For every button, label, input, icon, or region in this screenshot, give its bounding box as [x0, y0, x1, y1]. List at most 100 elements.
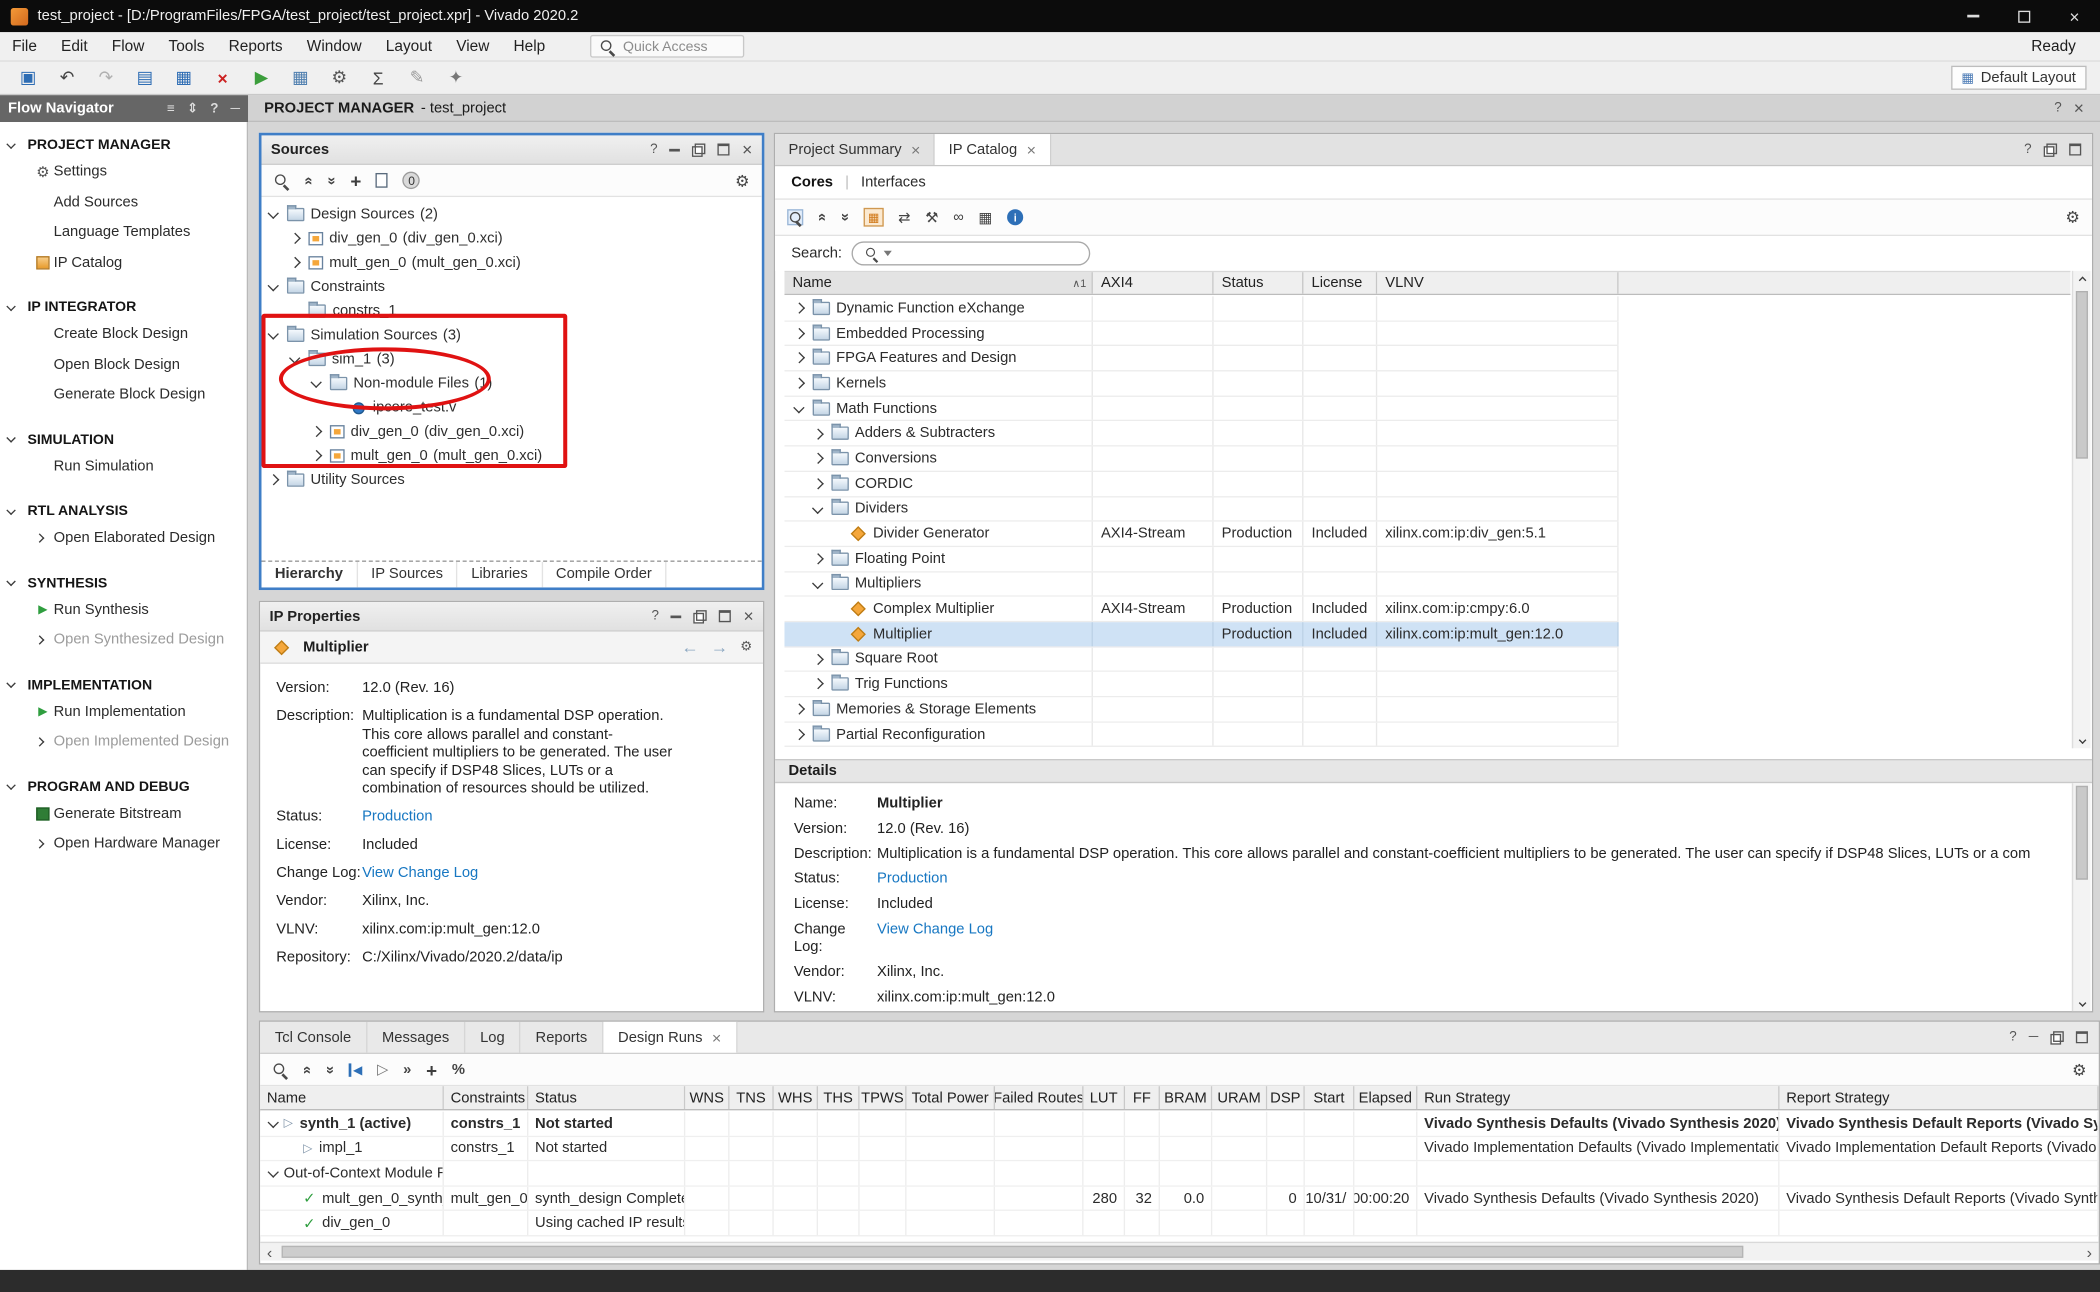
flow-item-run-synthesis[interactable]: ▶Run Synthesis	[0, 595, 247, 625]
flow-item-run-simulation[interactable]: Run Simulation	[0, 451, 247, 481]
run-row-synth-1-active[interactable]: ▷synth_1 (active)constrs_1Not startedViv…	[260, 1112, 2099, 1137]
restart-icon[interactable]: ◀	[349, 1063, 362, 1076]
flow-item-open-elaborated-design[interactable]: Open Elaborated Design	[0, 523, 247, 553]
flow-item-open-block-design[interactable]: Open Block Design	[0, 349, 247, 379]
scroll-right-arrow[interactable]: ›	[2080, 1243, 2099, 1260]
minimize-icon[interactable]	[671, 615, 682, 618]
vertical-scrollbar[interactable]	[2072, 271, 2091, 748]
maximize-icon[interactable]	[2076, 1031, 2088, 1043]
chevron-right-icon[interactable]	[812, 679, 822, 689]
undo-icon[interactable]: ↶	[58, 67, 77, 88]
search-icon[interactable]	[272, 1061, 288, 1077]
copy-icon[interactable]: ▤	[135, 67, 154, 88]
column-header-ths[interactable]: THS	[818, 1086, 860, 1109]
tools-icon[interactable]: ⚒	[925, 209, 938, 226]
column-header-start[interactable]: Start	[1305, 1086, 1355, 1109]
close-button[interactable]: ×	[2049, 0, 2100, 32]
field-value[interactable]: Production	[877, 871, 948, 889]
column-header-status[interactable]: Status	[1214, 272, 1304, 293]
minimize-icon[interactable]: ─	[231, 101, 241, 116]
gear-icon[interactable]: ⚙	[740, 640, 752, 655]
chevron-right-icon[interactable]	[794, 303, 804, 313]
scrollbar-thumb[interactable]	[282, 1246, 1744, 1258]
subtab-interfaces[interactable]: Interfaces	[861, 174, 926, 190]
minimize-icon[interactable]: ─	[2029, 1030, 2039, 1045]
source-tree-item-constraints[interactable]: Constraints	[261, 275, 761, 299]
help-icon[interactable]: ?	[2024, 142, 2031, 157]
add-icon[interactable]: +	[350, 170, 361, 191]
gear-icon[interactable]: ⚙	[2072, 1060, 2086, 1079]
help-icon[interactable]: ?	[2009, 1030, 2016, 1045]
run-row-mult-gen-0-synth-1[interactable]: ✓mult_gen_0_synth_1mult_gen_0synth_desig…	[260, 1186, 2099, 1211]
chevron-down-icon[interactable]	[268, 280, 278, 290]
chevron-down-icon[interactable]	[268, 1167, 278, 1177]
flow-item-generate-block-design[interactable]: Generate Block Design	[0, 380, 247, 410]
link-icon[interactable]: ∞	[953, 209, 964, 225]
chevron-right-icon[interactable]	[794, 704, 804, 714]
catalog-row-math-functions[interactable]: Math Functions	[784, 397, 1618, 422]
search-icon[interactable]	[787, 209, 803, 225]
flow-item-ip-catalog[interactable]: IP Catalog	[0, 247, 247, 277]
catalog-row-conversions[interactable]: Conversions	[784, 447, 1618, 472]
source-tree-item-mult-gen-0[interactable]: mult_gen_0(mult_gen_0.xci)	[261, 251, 761, 275]
field-value[interactable]: View Change Log	[362, 865, 673, 883]
layout-selector[interactable]: ▦ Default Layout	[1951, 66, 2087, 90]
column-header-name[interactable]: Name	[260, 1086, 444, 1109]
help-icon[interactable]: ?	[2054, 101, 2061, 116]
quick-access-search[interactable]: Quick Access	[589, 35, 743, 58]
flow-item-open-synthesized-design[interactable]: Open Synthesized Design	[0, 625, 247, 655]
percent-icon[interactable]: %	[452, 1061, 465, 1077]
chevron-right-icon[interactable]	[812, 428, 822, 438]
sources-tab-libraries[interactable]: Libraries	[458, 562, 543, 587]
expand-all-icon[interactable]: »	[837, 213, 853, 221]
column-header-wns[interactable]: WNS	[685, 1086, 729, 1109]
float-icon[interactable]	[2050, 1031, 2063, 1044]
help-icon[interactable]: ?	[210, 101, 218, 116]
transfer-icon[interactable]: ⇄	[898, 209, 910, 226]
source-tree-item-design-sources[interactable]: Design Sources(2)	[261, 202, 761, 226]
column-header-total-power[interactable]: Total Power	[907, 1086, 996, 1109]
close-icon[interactable]: ×	[2074, 101, 2084, 114]
scroll-up-arrow[interactable]	[2073, 271, 2092, 288]
customize-icon[interactable]: ✦	[447, 67, 466, 88]
redo-icon[interactable]: ↷	[97, 67, 116, 88]
horizontal-scrollbar[interactable]: ‹ ›	[260, 1242, 2099, 1261]
catalog-row-trig-functions[interactable]: Trig Functions	[784, 672, 1618, 697]
save-icon[interactable]: ▣	[19, 67, 38, 88]
scroll-down-arrow[interactable]	[2073, 731, 2092, 748]
run-row-out-of-context-module-runs[interactable]: Out-of-Context Module Runs	[260, 1162, 2099, 1187]
catalog-row-dynamic-function-exchange[interactable]: Dynamic Function eXchange	[784, 296, 1618, 321]
field-value[interactable]: Production	[362, 809, 673, 827]
catalog-row-floating-point[interactable]: Floating Point	[784, 547, 1618, 572]
discard-icon[interactable]: ×	[213, 68, 232, 88]
tab-tcl-console[interactable]: Tcl Console	[260, 1022, 367, 1053]
column-header-name[interactable]: Name∧1	[784, 272, 1092, 293]
menu-flow[interactable]: Flow	[100, 32, 157, 62]
column-header-failed-routes[interactable]: Failed Routes	[995, 1086, 1084, 1109]
file-icon[interactable]	[376, 173, 388, 188]
scrollbar-thumb[interactable]	[2076, 786, 2088, 880]
column-header-tns[interactable]: TNS	[730, 1086, 774, 1109]
catalog-row-embedded-processing[interactable]: Embedded Processing	[784, 321, 1618, 346]
column-header-vlnv[interactable]: VLNV	[1377, 272, 1618, 293]
board-icon[interactable]: ▦	[174, 67, 193, 88]
menu-file[interactable]: File	[0, 32, 49, 62]
chevron-down-icon[interactable]	[794, 402, 804, 412]
sources-tab-hierarchy[interactable]: Hierarchy	[261, 562, 357, 587]
menu-edit[interactable]: Edit	[49, 32, 100, 62]
help-icon[interactable]: ?	[650, 142, 657, 157]
forward-arrow-icon[interactable]: →	[711, 637, 728, 657]
tab-project-summary[interactable]: Project Summary ×	[775, 134, 935, 165]
minimize-icon[interactable]	[670, 148, 681, 151]
catalog-row-cordic[interactable]: CORDIC	[784, 472, 1618, 497]
catalog-row-dividers[interactable]: Dividers	[784, 497, 1618, 522]
catalog-row-divider-generator[interactable]: Divider GeneratorAXI4-StreamProductionIn…	[784, 522, 1618, 547]
chevron-right-icon[interactable]	[812, 478, 822, 488]
tab-reports[interactable]: Reports	[521, 1022, 604, 1053]
report-icon[interactable]: Σ	[369, 68, 388, 88]
menu-window[interactable]: Window	[295, 32, 374, 62]
maximize-icon[interactable]	[2069, 143, 2081, 155]
flow-item-open-hardware-manager[interactable]: Open Hardware Manager	[0, 829, 247, 859]
close-icon[interactable]: ×	[911, 143, 920, 156]
search-icon[interactable]	[274, 172, 290, 188]
